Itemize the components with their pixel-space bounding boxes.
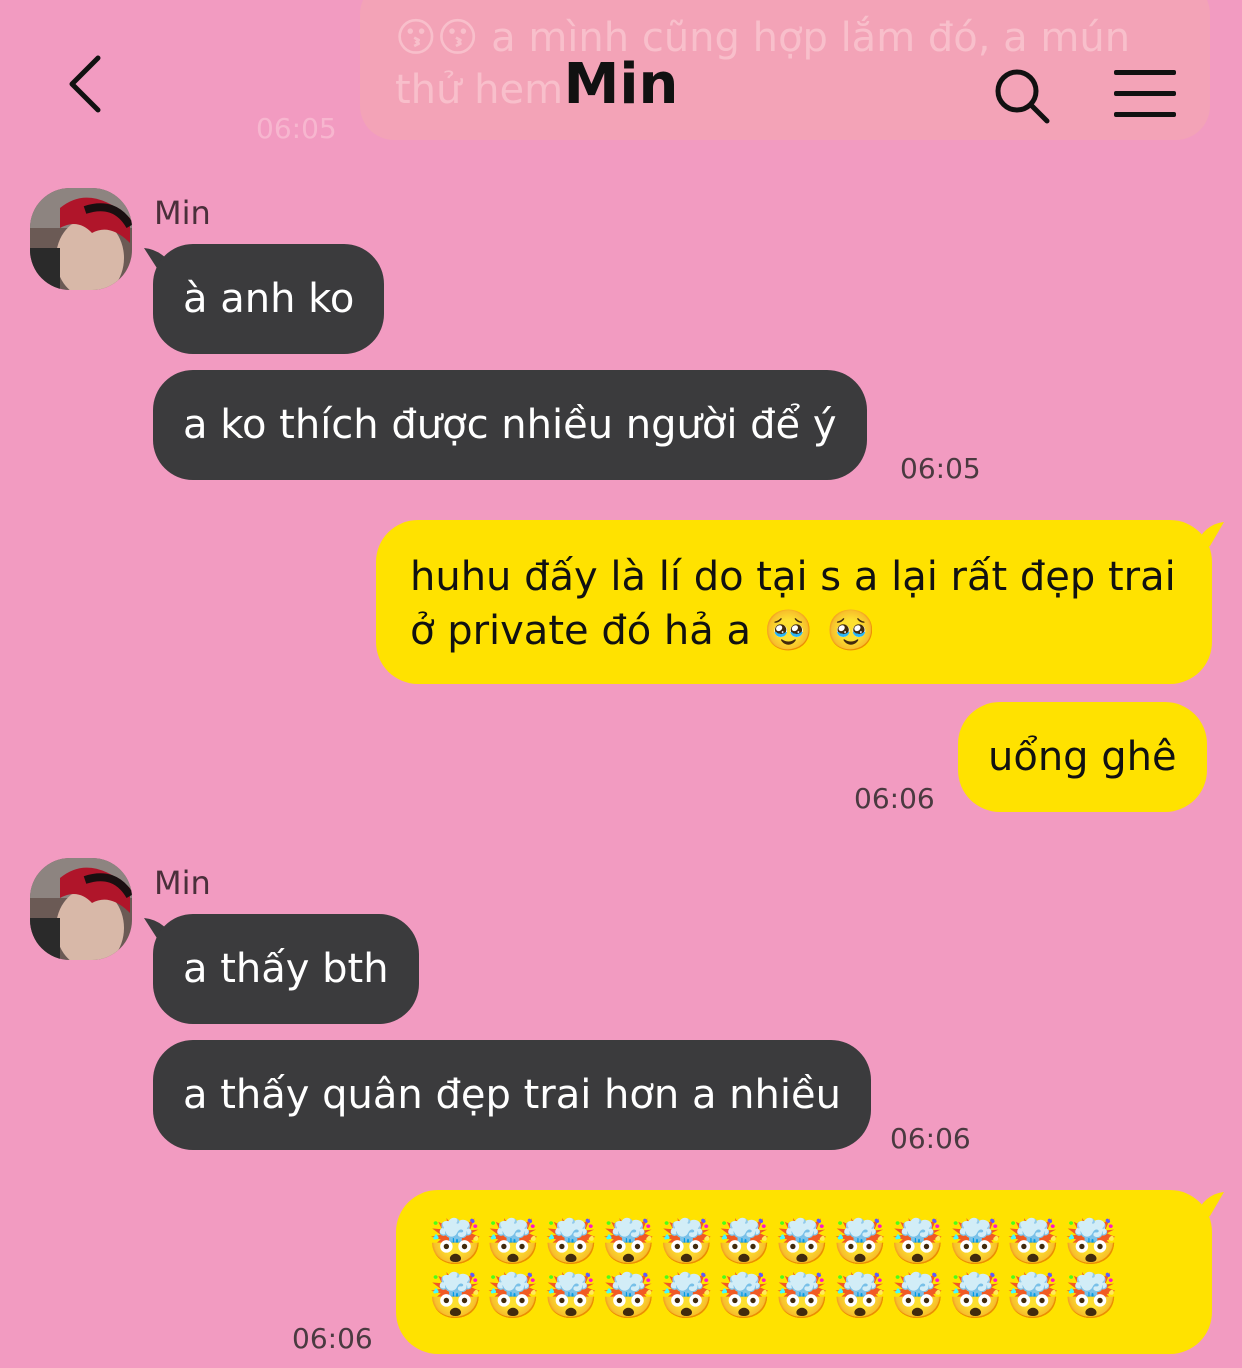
emoji-row: 🤯🤯🤯🤯🤯🤯🤯🤯🤯🤯🤯🤯 [428, 1217, 1122, 1268]
sender-name: Min [154, 194, 211, 232]
message-line: ở private đó hả a 🥹 🥹 [410, 608, 877, 654]
emoji-row: 🤯🤯🤯🤯🤯🤯🤯🤯🤯🤯🤯🤯 [428, 1271, 1122, 1322]
search-icon [995, 69, 1050, 124]
bubble-tail [1190, 522, 1224, 556]
avatar[interactable] [30, 188, 132, 290]
message-bubble-outgoing[interactable]: huhu đấy là lí do tại s a lại rất đẹp tr… [376, 520, 1212, 684]
chat-title: Min [563, 52, 679, 117]
bubble-tail [1190, 1192, 1224, 1226]
message-time: 06:06 [292, 1322, 373, 1355]
message-line: huhu đấy là lí do tại s a lại rất đẹp tr… [410, 554, 1176, 600]
message-time: 06:06 [890, 1122, 971, 1155]
message-bubble-outgoing[interactable]: uổng ghê [958, 702, 1207, 812]
message-time: 06:05 [900, 452, 981, 485]
menu-icon [1114, 70, 1176, 75]
search-button[interactable] [992, 66, 1052, 126]
message-bubble-incoming[interactable]: a thấy quân đẹp trai hơn a nhiều [153, 1040, 871, 1150]
message-time: 06:06 [854, 782, 935, 815]
menu-button[interactable] [1114, 70, 1178, 118]
sender-name: Min [154, 864, 211, 902]
avatar[interactable] [30, 858, 132, 960]
message-bubble-incoming[interactable]: à anh ko [153, 244, 385, 354]
message-bubble-incoming[interactable]: a thấy bth [153, 914, 419, 1024]
message-bubble-incoming[interactable]: a ko thích được nhiều người để ý [153, 370, 867, 480]
